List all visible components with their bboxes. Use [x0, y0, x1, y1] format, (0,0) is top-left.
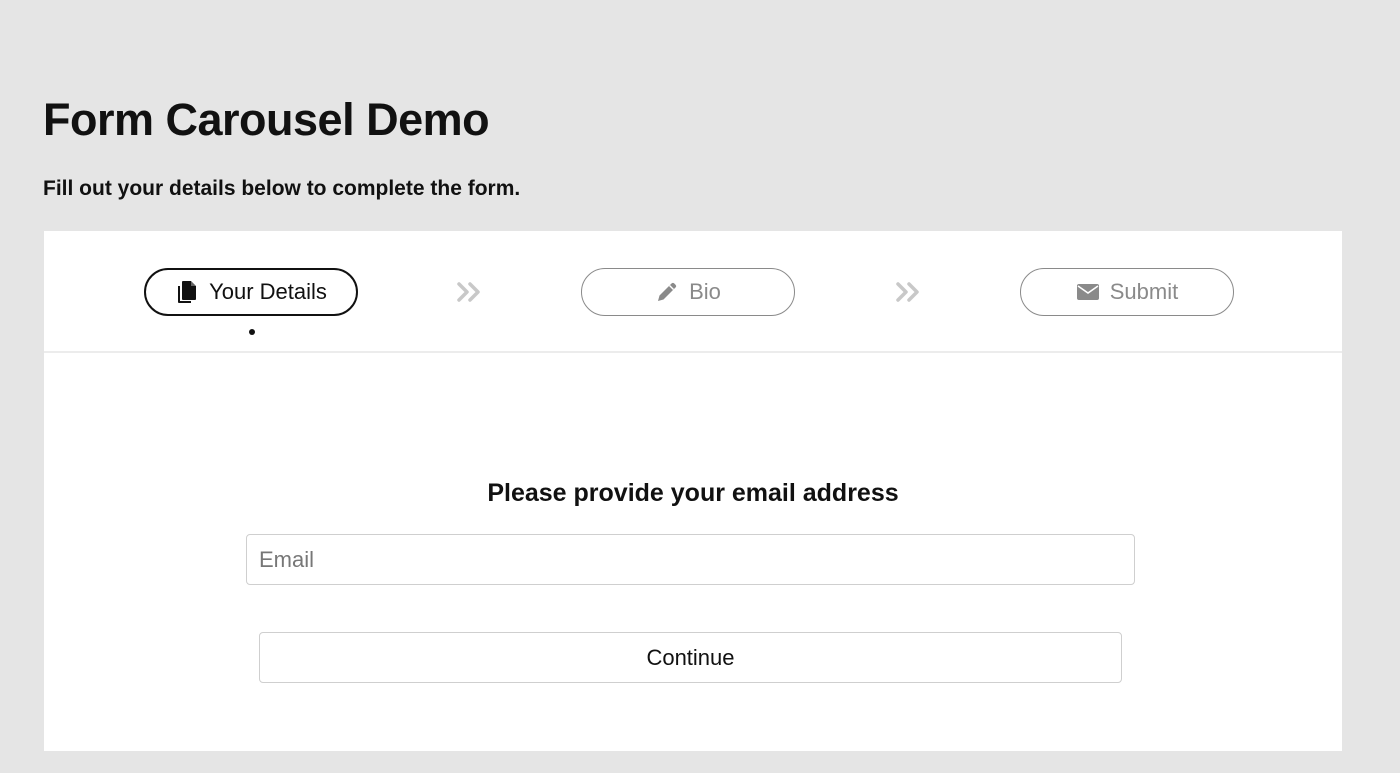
step-indicator: Your Details Bio Submit — [44, 231, 1342, 353]
email-input[interactable] — [246, 534, 1135, 585]
step-label: Your Details — [209, 279, 327, 304]
envelope-icon — [1076, 280, 1100, 304]
double-chevron-right-icon — [457, 282, 480, 302]
pencil-icon — [655, 280, 679, 304]
step-label: Bio — [689, 279, 721, 304]
form-carousel-card: Your Details Bio Submit Please provide y… — [44, 231, 1342, 751]
step-bio[interactable]: Bio — [581, 268, 795, 316]
documents-icon — [175, 280, 199, 304]
page: Form Carousel Demo Fill out your details… — [0, 0, 1400, 773]
step-label: Submit — [1109, 279, 1179, 304]
continue-button[interactable]: Continue — [259, 632, 1122, 683]
page-subtitle: Fill out your details below to complete … — [43, 177, 521, 200]
step-submit[interactable]: Submit — [1020, 268, 1234, 316]
active-step-dot — [249, 329, 255, 335]
step-your-details[interactable]: Your Details — [144, 268, 358, 316]
double-chevron-right-icon — [896, 282, 919, 302]
page-title: Form Carousel Demo — [43, 94, 490, 145]
form-question-title: Please provide your email address — [487, 479, 899, 507]
